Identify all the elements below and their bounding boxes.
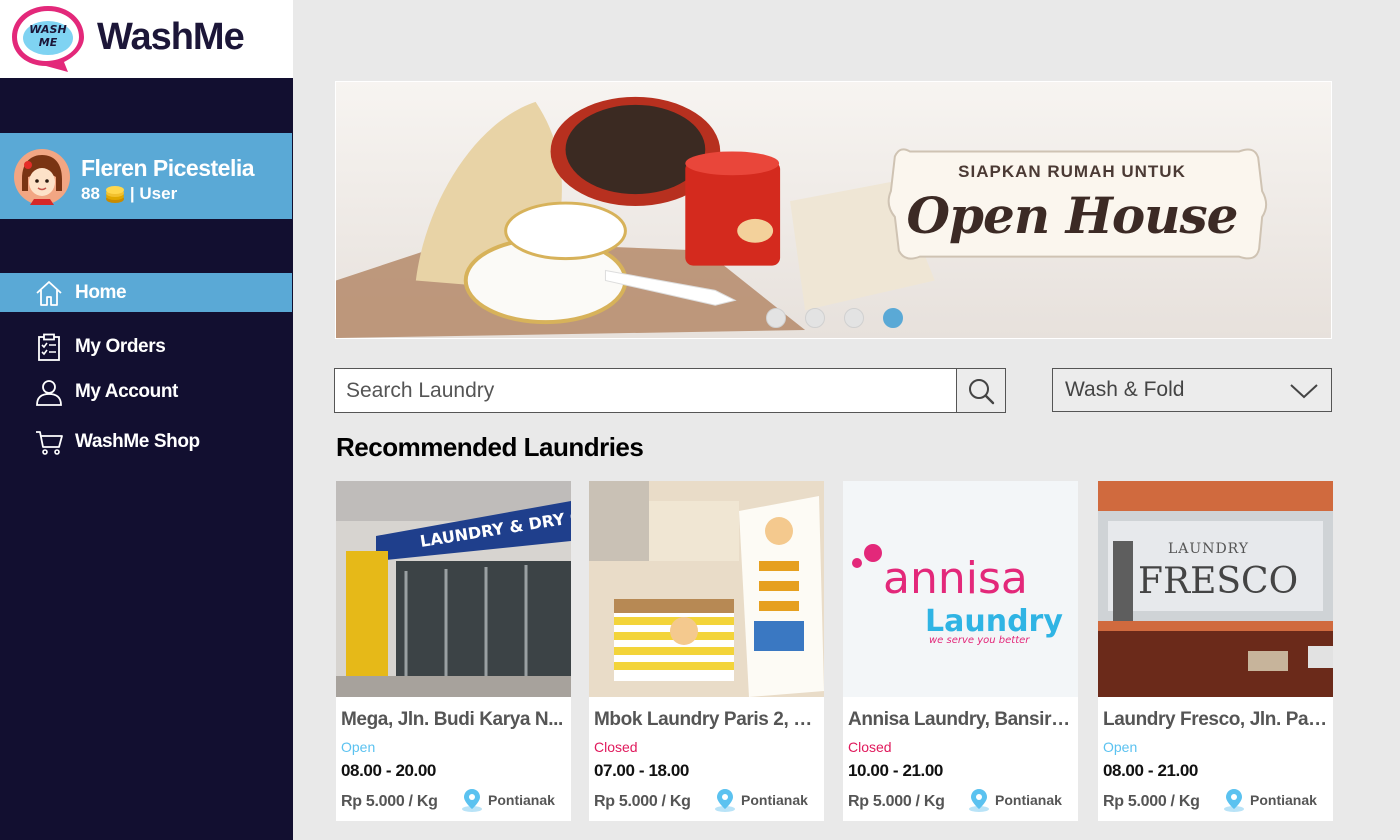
user-name: Fleren Picestelia: [81, 155, 255, 181]
laundry-name: Laundry Fresco, Jln. Pari...: [1103, 709, 1329, 730]
sidebar-item-home[interactable]: Home: [0, 273, 292, 312]
carousel-dots: [766, 308, 903, 328]
sidebar-item-label: Home: [75, 281, 127, 303]
app-name: WashMe: [97, 16, 245, 58]
service-type-dropdown[interactable]: Wash & Fold: [1052, 368, 1332, 412]
chevron-down-icon: [1290, 384, 1318, 399]
user-profile-card[interactable]: Fleren Picestelia 88 | User: [0, 133, 292, 219]
laundry-location: Pontianak: [966, 787, 1062, 813]
promo-banner-carousel[interactable]: SIAPKAN RUMAH UNTUK Open House: [335, 81, 1332, 339]
photo-logo-text: annisa: [883, 553, 1028, 604]
home-icon: [33, 277, 65, 309]
laundry-price: Rp 5.000 / Kg: [341, 793, 438, 810]
carousel-dot-1[interactable]: [766, 308, 786, 328]
laundry-name: Mbok Laundry Paris 2, Jl...: [594, 709, 820, 730]
laundry-hours: 10.00 - 21.00: [848, 761, 943, 780]
search-button[interactable]: [956, 368, 1006, 413]
laundry-city: Pontianak: [1250, 792, 1317, 808]
laundry-city: Pontianak: [741, 792, 808, 808]
shopping-cart-icon: [33, 426, 65, 458]
laundry-hours: 08.00 - 21.00: [1103, 761, 1198, 780]
laundry-card[interactable]: LAUNDRY & DRY CLEA Mega, Jln. Budi Karya…: [336, 481, 571, 821]
photo-logo-subtext: Laundry: [925, 604, 1063, 639]
sidebar-item-label: WashMe Shop: [75, 430, 200, 452]
svg-text:WASH: WASH: [29, 23, 66, 36]
user-meta: 88 | User: [81, 183, 177, 205]
logo-area[interactable]: WASH ME WashMe: [0, 0, 293, 78]
laundry-photo: LAUNDRY & DRY CLEA: [336, 481, 571, 697]
map-pin-icon: [715, 789, 735, 812]
search-box: [334, 368, 957, 413]
sidebar: Fleren Picestelia 88 | User Home My Orde…: [0, 78, 293, 840]
laundry-name: Mega, Jln. Budi Karya N...: [341, 709, 563, 730]
laundry-location: Pontianak: [459, 787, 555, 813]
coin-icon: [105, 186, 124, 203]
map-pin-icon: [1224, 789, 1244, 812]
laundry-status: Closed: [594, 739, 638, 755]
laundry-price: Rp 5.000 / Kg: [1103, 793, 1200, 810]
carousel-dot-4[interactable]: [883, 308, 903, 328]
laundry-hours: 07.00 - 18.00: [594, 761, 689, 780]
laundry-location: Pontianak: [1221, 787, 1317, 813]
laundry-location: Pontianak: [712, 787, 808, 813]
photo-logo-tagline: we serve you better: [929, 635, 1030, 646]
sidebar-item-washme-shop[interactable]: WashMe Shop: [0, 422, 292, 461]
section-title: Recommended Laundries: [336, 432, 644, 462]
laundry-price: Rp 5.000 / Kg: [594, 793, 691, 810]
laundry-photo: annisa Laundry we serve you better: [843, 481, 1078, 697]
laundry-photo: LAUNDRY FRESCO: [1098, 481, 1333, 697]
search-input[interactable]: [335, 369, 957, 412]
sidebar-item-my-account[interactable]: My Account: [0, 372, 292, 411]
carousel-dot-2[interactable]: [805, 308, 825, 328]
laundry-photo: [589, 481, 824, 697]
clipboard-checklist-icon: [33, 331, 65, 363]
map-pin-icon: [462, 789, 482, 812]
user-points: 88: [81, 184, 100, 203]
banner-title: Open House: [906, 186, 1239, 245]
search-icon: [969, 378, 995, 404]
laundry-name: Annisa Laundry, Bansir L...: [848, 709, 1074, 730]
laundry-card[interactable]: annisa Laundry we serve you better Annis…: [843, 481, 1078, 821]
avatar: [14, 149, 70, 205]
photo-sign-subtext: LAUNDRY: [1168, 541, 1249, 557]
laundry-status: Open: [341, 739, 376, 755]
laundry-hours: 08.00 - 20.00: [341, 761, 436, 780]
top-header: WASH ME WashMe: [0, 0, 1400, 78]
laundry-price: Rp 5.000 / Kg: [848, 793, 945, 810]
laundry-status: Open: [1103, 739, 1138, 755]
banner-subtitle: SIAPKAN RUMAH UNTUK: [958, 162, 1186, 181]
svg-text:ME: ME: [39, 36, 58, 49]
laundry-city: Pontianak: [995, 792, 1062, 808]
user-icon: [33, 376, 65, 408]
carousel-dot-3[interactable]: [844, 308, 864, 328]
photo-sign-text: FRESCO: [1138, 561, 1298, 602]
washme-logo-icon: WASH ME: [12, 6, 84, 72]
sidebar-item-label: My Orders: [75, 335, 166, 357]
laundry-city: Pontianak: [488, 792, 555, 808]
laundry-card[interactable]: LAUNDRY FRESCO Laundry Fresco, Jln. Pari…: [1098, 481, 1333, 821]
laundry-card[interactable]: Mbok Laundry Paris 2, Jl... Closed 07.00…: [589, 481, 824, 821]
sidebar-item-my-orders[interactable]: My Orders: [0, 327, 292, 366]
sidebar-item-label: My Account: [75, 380, 178, 402]
service-type-value: Wash & Fold: [1065, 378, 1185, 401]
laundry-status: Closed: [848, 739, 892, 755]
user-role: | User: [129, 184, 178, 203]
map-pin-icon: [969, 789, 989, 812]
